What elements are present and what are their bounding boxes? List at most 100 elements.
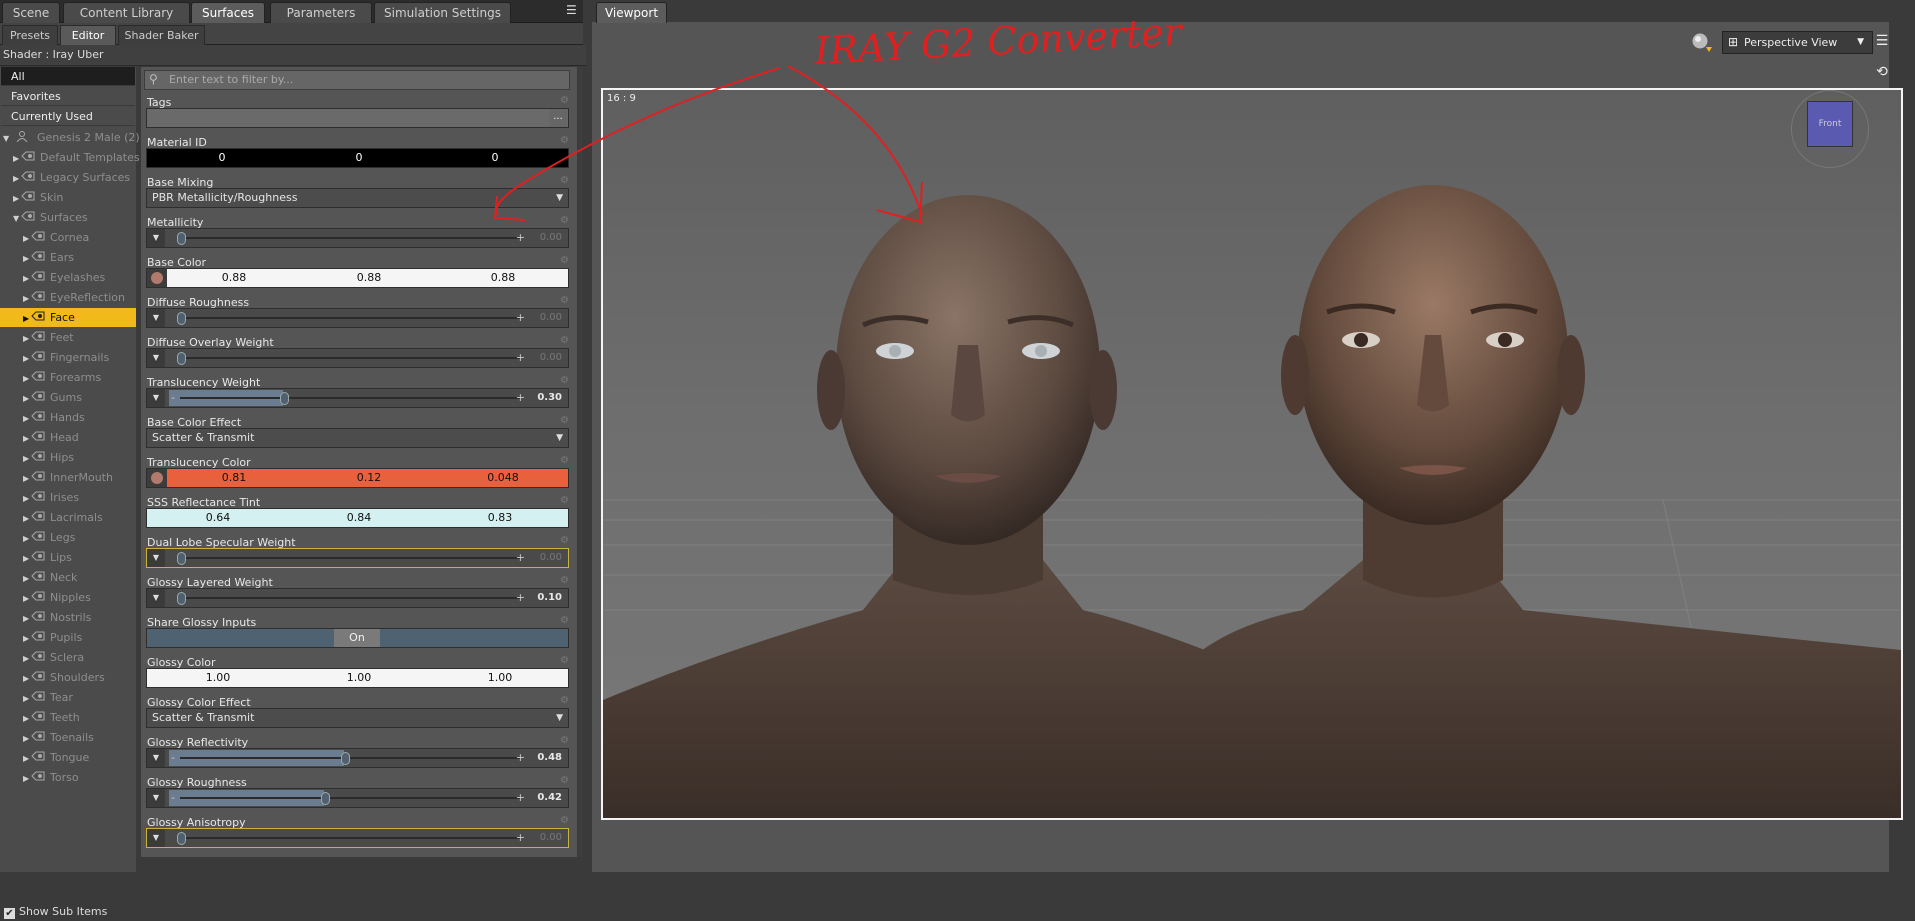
slider[interactable]: ▼ +0.00 [146,548,569,568]
slider[interactable]: ▼ +0.10 [146,588,569,608]
tree-surface-fingernails[interactable]: ▶ Fingernails [23,348,109,367]
minus-icon[interactable]: - [171,389,175,406]
tree-surface-lacrimals[interactable]: ▶ Lacrimals [23,508,103,527]
expand-icon[interactable]: ▶ [23,329,31,348]
slider-track[interactable] [180,557,520,559]
gear-icon[interactable]: ⚙ [560,456,570,466]
subtab-shader-baker[interactable]: Shader Baker [118,25,205,45]
slider-knob[interactable] [280,392,289,405]
expand-icon[interactable]: ▶ [23,689,31,708]
gear-icon[interactable]: ⚙ [560,416,570,426]
tags-input[interactable]: ... [146,108,569,128]
gear-icon[interactable]: ⚙ [560,536,570,546]
viewport-scene[interactable]: 16 : 9 Front [601,88,1903,820]
tree-surface-nostrils[interactable]: ▶ Nostrils [23,608,91,627]
tree-surface-nipples[interactable]: ▶ Nipples [23,588,91,607]
color-field[interactable]: 1.00 1.00 1.00 [146,668,569,688]
tree-surface-eyelashes[interactable]: ▶ Eyelashes [23,268,105,287]
color-field[interactable]: 0.88 0.88 0.88 [146,268,569,288]
color-value-3[interactable]: 0.048 [453,469,553,487]
tree-surface-teeth[interactable]: ▶ Teeth [23,708,80,727]
view-selector[interactable]: ⊞ Perspective View ▼ [1722,31,1873,54]
tags-browse-button[interactable]: ... [549,109,567,127]
expand-icon[interactable]: ▶ [23,389,31,408]
color-value-2[interactable]: 0.84 [309,509,409,527]
gear-icon[interactable]: ⚙ [560,256,570,266]
slider-menu-icon[interactable]: ▼ [147,389,165,407]
tab-content-library[interactable]: Content Library [63,2,190,23]
slider-knob[interactable] [341,752,350,765]
plus-icon[interactable]: + [516,309,525,326]
tree-surface-tear[interactable]: ▶ Tear [23,688,73,707]
slider-knob[interactable] [177,592,186,605]
tree-group-legacy-surfaces[interactable]: ▶ Legacy Surfaces [13,168,130,187]
slider-knob[interactable] [321,792,330,805]
minus-icon[interactable]: - [171,749,175,766]
slider-track[interactable] [180,797,520,799]
slider[interactable]: ▼ - +0.42 [146,788,569,808]
slider-menu-icon[interactable]: ▼ [147,309,165,327]
expand-icon[interactable]: ▶ [23,229,31,248]
gear-icon[interactable]: ⚙ [560,216,570,226]
color-swatch-icon[interactable] [147,269,167,287]
filter-input[interactable]: ⚲ Enter text to filter by... [144,70,570,90]
expand-icon[interactable]: ▶ [23,369,31,388]
gear-icon[interactable]: ⚙ [560,376,570,386]
tree-surface-neck[interactable]: ▶ Neck [23,568,77,587]
slider-menu-icon[interactable]: ▼ [147,549,165,567]
tree-surface-pupils[interactable]: ▶ Pupils [23,628,82,647]
gear-icon[interactable]: ⚙ [560,176,570,186]
tree-root[interactable]: ▼ Genesis 2 Male (2) [3,128,140,147]
expand-icon[interactable]: ▼ [13,209,21,228]
tab-parameters[interactable]: Parameters [270,2,372,23]
minus-icon[interactable]: - [171,789,175,806]
tree-surface-toenails[interactable]: ▶ Toenails [23,728,94,747]
expand-icon[interactable]: ▶ [23,429,31,448]
slider[interactable]: ▼ +0.00 [146,828,569,848]
tree-surface-feet[interactable]: ▶ Feet [23,328,74,347]
slider-track[interactable] [180,317,520,319]
dropdown[interactable]: Scatter & Transmit ▼ [146,428,569,448]
slider-menu-icon[interactable]: ▼ [147,749,165,767]
toggle[interactable]: On [146,628,569,648]
gear-icon[interactable]: ⚙ [560,496,570,506]
plus-icon[interactable]: + [516,829,525,846]
tab-scene[interactable]: Scene [2,2,60,23]
slider-menu-icon[interactable]: ▼ [147,589,165,607]
slider-knob[interactable] [177,312,186,325]
checkbox-checked-icon[interactable]: ✔ [4,908,15,919]
panel-menu-icon[interactable]: ☰ [566,3,580,17]
slider-value[interactable]: 0.42 [537,789,562,807]
expand-icon[interactable]: ▶ [23,769,31,788]
gear-icon[interactable]: ⚙ [560,816,570,826]
slider-track[interactable] [180,597,520,599]
expand-icon[interactable]: ▶ [23,269,31,288]
slider-track[interactable] [180,757,520,759]
color-value-1[interactable]: 0.64 [168,509,268,527]
tree-surface-hands[interactable]: ▶ Hands [23,408,85,427]
slider-track[interactable] [180,397,520,399]
slider[interactable]: ▼ +0.00 [146,228,569,248]
expand-icon[interactable]: ▶ [23,609,31,628]
expand-icon[interactable]: ▶ [23,489,31,508]
tree-surface-face[interactable]: ▶ Face [0,308,136,327]
expand-icon[interactable]: ▶ [13,189,21,208]
tree-surface-innermouth[interactable]: ▶ InnerMouth [23,468,113,487]
gear-icon[interactable]: ⚙ [560,336,570,346]
tree-surface-ears[interactable]: ▶ Ears [23,248,74,267]
viewport-menu-icon[interactable]: ☰ [1872,31,1892,51]
plus-icon[interactable]: + [516,589,525,606]
value-1[interactable]: 0 [172,149,272,167]
tree-surface-shoulders[interactable]: ▶ Shoulders [23,668,105,687]
gear-icon[interactable]: ⚙ [560,296,570,306]
slider-value[interactable]: 0.00 [540,549,562,567]
expand-icon[interactable]: ▶ [23,469,31,488]
color-field[interactable]: 0.81 0.12 0.048 [146,468,569,488]
subtab-editor[interactable]: Editor [60,25,116,45]
slider-value[interactable]: 0.10 [537,589,562,607]
dropdown[interactable]: PBR Metallicity/Roughness ▼ [146,188,569,208]
value-2[interactable]: 0 [309,149,409,167]
expand-icon[interactable]: ▶ [23,449,31,468]
tree-surface-irises[interactable]: ▶ Irises [23,488,79,507]
expand-icon[interactable]: ▶ [23,709,31,728]
